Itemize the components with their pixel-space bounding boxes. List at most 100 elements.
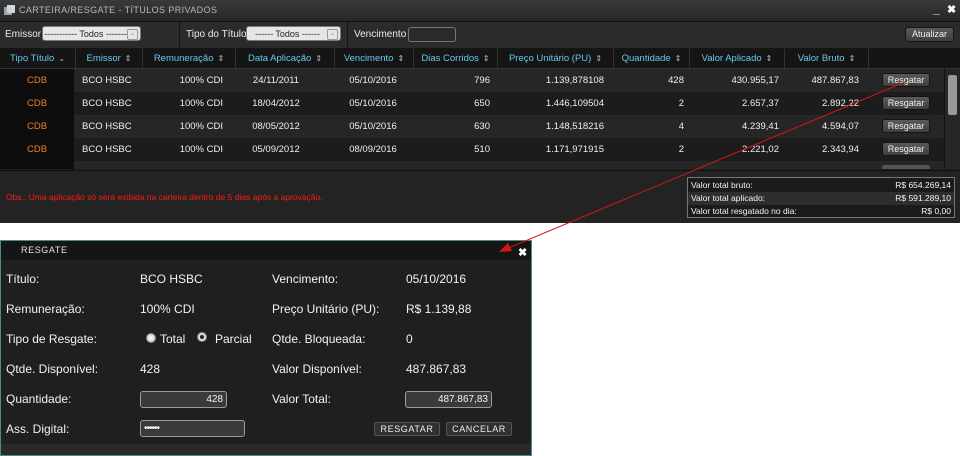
col-preco-unitario[interactable]: Preço Unitário (PU) ⇕ <box>498 49 614 68</box>
col-valor-bruto[interactable]: Valor Bruto ⇕ <box>785 49 869 68</box>
sort-icon: ⇕ <box>482 54 490 63</box>
table-cell: 487.867,83 <box>811 75 859 86</box>
table-row <box>0 161 944 169</box>
table-cell: 428 <box>668 75 684 86</box>
pu-label: Preço Unitário (PU): <box>272 302 380 316</box>
valor-disponivel-label: Valor Disponível: <box>272 362 362 376</box>
table-cell: CDB <box>0 92 74 115</box>
tipo-titulo-label: Tipo do Título <box>186 29 247 40</box>
pu-value: R$ 1.139,88 <box>406 302 472 316</box>
col-label: Tipo Título <box>9 53 55 64</box>
resgatar-button[interactable]: Resgatar <box>882 73 930 87</box>
table-row[interactable]: CDB BCO HSBC 100% CDI 18/04/2012 05/10/2016 6… <box>0 92 944 115</box>
sort-icon: ⇕ <box>315 54 323 63</box>
resgatar-confirm-button[interactable]: RESGATAR <box>374 422 440 436</box>
table-row[interactable]: CDB BCO HSBC 100% CDI 24/11/2011 05/10/2016 7… <box>0 69 944 92</box>
table-cell: 4.239,41 <box>742 121 779 132</box>
resgatar-button[interactable]: Resgatar <box>882 119 930 133</box>
col-label: Dias Corridos <box>421 53 479 64</box>
table-cell: 18/04/2012 <box>252 98 300 109</box>
col-quantidade[interactable]: Quantidade ⇕ <box>614 49 690 68</box>
window-title: CARTEIRA/RESGATE - TÍTULOS PRIVADOS <box>19 5 218 15</box>
resgatar-button[interactable] <box>882 165 930 169</box>
total-label: Valor total resgatado no dia: <box>691 206 797 216</box>
table-cell: 1.139,878108 <box>545 75 604 86</box>
col-data-aplicacao[interactable]: Data Aplicação ⇕ <box>236 49 335 68</box>
table-cell: BCO HSBC <box>82 144 132 155</box>
radio-total[interactable] <box>146 333 156 343</box>
chevron-down-icon: ⌄ <box>127 29 138 40</box>
cancelar-button[interactable]: CANCELAR <box>446 422 512 436</box>
sort-icon: ⇕ <box>397 54 405 63</box>
totals-box: Valor total bruto: R$ 654.269,14 Valor t… <box>687 177 955 218</box>
table-cell: 24/11/2011 <box>252 75 300 86</box>
table-cell: 08/09/2016 <box>349 144 397 155</box>
table-cell: BCO HSBC <box>82 121 132 132</box>
assinatura-label: Ass. Digital: <box>6 422 70 436</box>
table-cell: 05/10/2016 <box>349 75 397 86</box>
window-icon <box>4 5 15 15</box>
table-cell <box>0 161 74 169</box>
footer-panel: Obs.: Uma aplicação só será exibida na c… <box>0 170 960 223</box>
table-scrollbar[interactable] <box>944 69 960 169</box>
total-aplicado-row: Valor total aplicado: R$ 591.289,10 <box>688 192 954 205</box>
col-label: Data Aplicação <box>247 53 312 64</box>
close-icon[interactable]: ✖ <box>947 3 956 16</box>
table-cell: 100% CDI <box>179 121 223 132</box>
minimize-icon[interactable]: _ <box>933 2 940 16</box>
window-titlebar: CARTEIRA/RESGATE - TÍTULOS PRIVADOS _ ✖ <box>0 0 960 22</box>
table-cell: 650 <box>474 98 490 109</box>
table-cell: BCO HSBC <box>82 75 132 86</box>
table-cell: 100% CDI <box>179 98 223 109</box>
tipo-resgate-label: Tipo de Resgate: <box>6 332 97 346</box>
resgatar-button[interactable]: Resgatar <box>882 96 930 110</box>
total-value: R$ 0,00 <box>921 206 951 216</box>
table-cell: 1.446,109504 <box>545 98 604 109</box>
table-cell: 100% CDI <box>179 144 223 155</box>
radio-parcial[interactable] <box>197 332 207 342</box>
table-cell: 630 <box>474 121 490 132</box>
table-cell: 1.171,971915 <box>545 144 604 155</box>
table-cell: 510 <box>474 144 490 155</box>
assinatura-input[interactable]: •••••• <box>140 420 245 437</box>
total-bruto-row: Valor total bruto: R$ 654.269,14 <box>688 179 954 192</box>
table-header: Tipo Título ⌄ Emissor ⇕ Remuneração ⇕ Data … <box>0 49 960 69</box>
total-label: Valor total bruto: <box>691 180 753 190</box>
titulo-value: BCO HSBC <box>140 272 203 286</box>
disponivel-label: Qtde. Disponível: <box>6 362 99 376</box>
table-row[interactable]: CDB BCO HSBC 100% CDI 08/05/2012 05/10/2016 6… <box>0 115 944 138</box>
quantidade-input[interactable]: 428 <box>140 391 227 408</box>
atualizar-button[interactable]: Atualizar <box>905 27 954 42</box>
valor-total-label: Valor Total: <box>272 392 331 406</box>
emissor-select[interactable]: ----------- Todos ----------- ⌄ <box>42 26 141 54</box>
close-icon[interactable]: ✖ <box>518 246 527 259</box>
vencimento-label: Vencimento <box>354 29 407 40</box>
sort-icon: ⇕ <box>848 54 856 63</box>
chevron-down-icon: ⌄ <box>327 29 338 40</box>
col-dias-corridos[interactable]: Dias Corridos ⇕ <box>414 49 498 68</box>
table-cell: 05/09/2012 <box>252 144 300 155</box>
col-label: Emissor <box>86 53 121 64</box>
col-tipo-titulo[interactable]: Tipo Título ⌄ <box>0 49 76 68</box>
col-label: Vencimento <box>343 53 394 64</box>
col-label: Preço Unitário (PU) <box>508 53 592 64</box>
scrollbar-thumb[interactable] <box>948 75 957 115</box>
col-vencimento[interactable]: Vencimento ⇕ <box>335 49 414 68</box>
carteira-window: CARTEIRA/RESGATE - TÍTULOS PRIVADOS _ ✖ … <box>0 0 960 223</box>
col-label: Valor Aplicado <box>701 53 762 64</box>
resgatar-button[interactable]: Resgatar <box>882 142 930 156</box>
vencimento-input[interactable] <box>408 27 456 42</box>
radio-total-label[interactable]: Total <box>160 332 185 346</box>
dialog-footer <box>1 444 531 455</box>
tipo-titulo-select[interactable]: ------ Todos ------ ⌄ <box>246 26 341 41</box>
table-cell: 4.594,07 <box>822 121 859 132</box>
quantidade-label: Quantidade: <box>6 392 72 406</box>
col-remuneracao[interactable]: Remuneração ⇕ <box>143 49 236 68</box>
emissor-label: Emissor <box>5 29 42 40</box>
col-emissor[interactable]: Emissor ⇕ <box>76 49 143 68</box>
table-row[interactable]: CDB BCO HSBC 100% CDI 05/09/2012 08/09/2016 5… <box>0 138 944 161</box>
col-valor-aplicado[interactable]: Valor Aplicado ⇕ <box>690 49 785 68</box>
valor-total-input[interactable]: 487.867,83 <box>405 391 492 408</box>
table-cell: BCO HSBC <box>82 98 132 109</box>
radio-parcial-label[interactable]: Parcial <box>215 332 252 346</box>
